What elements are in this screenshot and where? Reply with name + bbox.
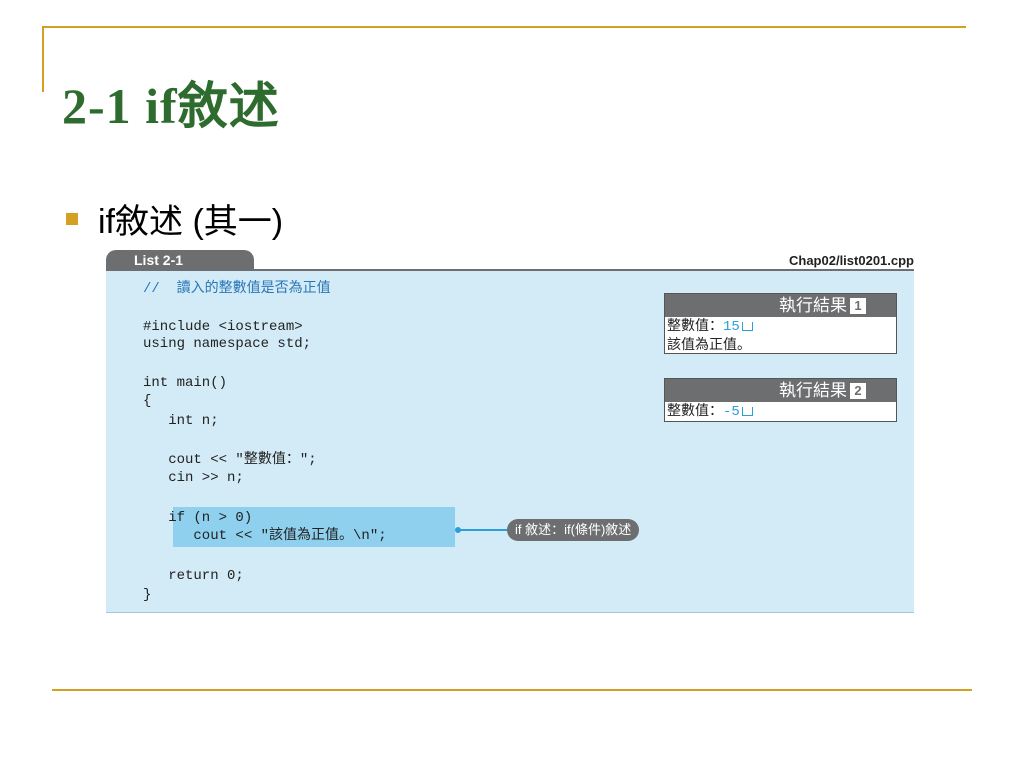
result-line-prefix: 該值為正值。: [667, 336, 751, 352]
frame-left-line: [42, 26, 44, 92]
frame-bottom-line: [52, 689, 972, 691]
bullet-square-icon: [66, 213, 78, 225]
slide-title: 2-1 if敘述: [62, 78, 280, 134]
result-line-prefix: 整數值：: [667, 317, 723, 333]
code-line-open-brace: {: [143, 393, 152, 409]
frame-top-line: [42, 26, 966, 28]
result-box-2-line-1: 整數值：-5: [665, 402, 896, 421]
code-line-declare: int n;: [143, 413, 219, 429]
listing-file-name: Chap02/list0201.cpp: [789, 253, 914, 268]
result-line-value: -5: [723, 404, 740, 420]
result-line-prefix: 整數值：: [667, 402, 723, 418]
code-line-comment: // 讀入的整數值是否為正值: [143, 281, 331, 297]
result-box-1-line-2: 該值為正值。: [665, 336, 896, 353]
listing-tab: List 2-1: [106, 250, 254, 270]
code-line-if-body: cout << "該值為正值。\n";: [143, 528, 387, 544]
result-line-value: 15: [723, 319, 740, 335]
code-line-cin: cin >> n;: [143, 470, 244, 486]
code-line-include: #include <iostream>: [143, 319, 303, 335]
result-box-2-header: 執行結果 2: [665, 379, 896, 402]
result-box-1-number: 1: [850, 298, 866, 314]
result-box-1-header: 執行結果 1: [665, 294, 896, 317]
bullet-text: if敘述 (其一): [98, 203, 284, 241]
result-box-2: 執行結果 2 整數值：-5: [664, 378, 897, 422]
result-box-1: 執行結果 1 整數值：15 該值為正值。: [664, 293, 897, 354]
code-line-if: if (n > 0): [143, 510, 253, 526]
callout-label: if 敘述：if(條件)敘述: [507, 519, 640, 541]
code-line-return: return 0;: [143, 568, 244, 584]
result-box-1-title: 執行結果: [779, 296, 847, 315]
result-box-2-title: 執行結果: [779, 381, 847, 400]
result-box-2-number: 2: [850, 383, 866, 399]
code-line-cout: cout << "整數值：";: [143, 452, 317, 468]
code-line-using: using namespace std;: [143, 336, 312, 352]
enter-key-icon: [741, 322, 753, 331]
code-line-main: int main(): [143, 375, 228, 391]
result-box-1-line-1: 整數值：15: [665, 317, 896, 336]
callout-connector: [460, 529, 508, 531]
code-line-close-brace: }: [143, 587, 152, 603]
enter-key-icon: [741, 407, 753, 416]
